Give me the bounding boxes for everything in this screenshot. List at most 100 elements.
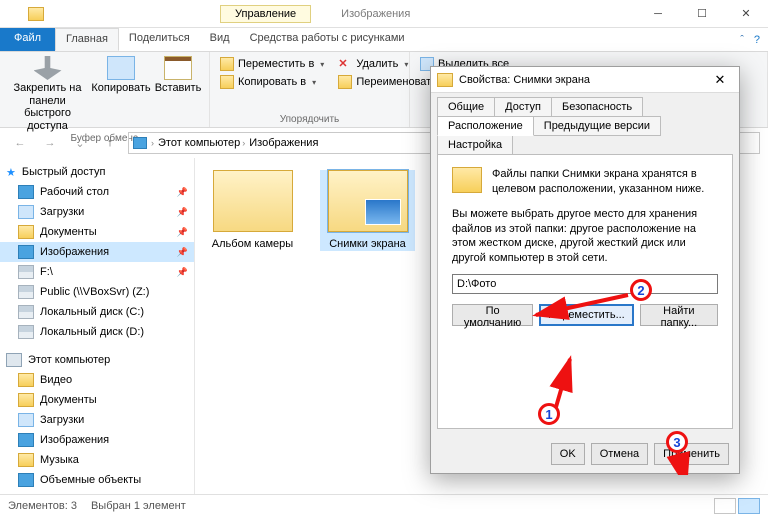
folder-icon bbox=[213, 170, 293, 232]
tab-sharing[interactable]: Доступ bbox=[494, 97, 552, 117]
dialog-body: Файлы папки Снимки экрана хранятся в цел… bbox=[437, 154, 733, 429]
move-button[interactable]: Переместить... bbox=[539, 304, 634, 326]
tab-picture-tools[interactable]: Средства работы с рисунками bbox=[240, 28, 415, 51]
nav-back-button[interactable]: ← bbox=[8, 131, 32, 155]
dialog-close-button[interactable]: ✕ bbox=[707, 72, 733, 88]
nav-documents2[interactable]: Документы bbox=[0, 390, 194, 410]
pictures-icon bbox=[18, 245, 34, 259]
tab-previous[interactable]: Предыдущие версии bbox=[533, 116, 661, 136]
drive-icon bbox=[18, 325, 34, 339]
delete-icon: ✕ bbox=[338, 57, 352, 71]
tab-home[interactable]: Главная bbox=[55, 28, 119, 51]
copy-button[interactable]: Копировать bbox=[93, 56, 149, 133]
dialog-footer: OK Отмена Применить bbox=[431, 435, 739, 473]
nav-up-button[interactable]: ↑ bbox=[98, 131, 122, 155]
documents-icon bbox=[18, 225, 34, 239]
nav-pictures2[interactable]: Изображения bbox=[0, 430, 194, 450]
location-path-input[interactable] bbox=[452, 274, 718, 294]
location-description-1: Файлы папки Снимки экрана хранятся в цел… bbox=[492, 167, 718, 197]
view-details-button[interactable] bbox=[714, 498, 736, 514]
location-description-2: Вы можете выбрать другое место для хране… bbox=[452, 207, 718, 266]
copyto-icon bbox=[220, 75, 234, 89]
help-icon[interactable]: ? bbox=[754, 34, 760, 46]
nav-recent-button[interactable]: ⌄ bbox=[68, 131, 92, 155]
drive-icon bbox=[18, 265, 34, 279]
folder-camera-roll[interactable]: Альбом камеры bbox=[205, 170, 300, 251]
folder-screenshots[interactable]: Снимки экрана bbox=[320, 170, 415, 251]
paste-button[interactable]: Вставить bbox=[155, 56, 201, 133]
minimize-button[interactable]: ─ bbox=[636, 0, 680, 28]
ribbon-tabstrip: Файл Главная Поделиться Вид Средства раб… bbox=[0, 28, 768, 52]
crumb-pictures[interactable]: Изображения bbox=[249, 137, 318, 149]
move-icon bbox=[220, 57, 234, 71]
status-count: Элементов: 3 bbox=[8, 500, 77, 512]
dialog-folder-icon bbox=[437, 73, 453, 87]
nav-downloads2[interactable]: Загрузки bbox=[0, 410, 194, 430]
close-button[interactable]: ✕ bbox=[724, 0, 768, 28]
tab-location[interactable]: Расположение bbox=[437, 116, 534, 136]
copy-label: Копировать bbox=[91, 82, 150, 95]
nav-drive-c[interactable]: Локальный диск (C:) bbox=[0, 302, 194, 322]
pc-icon bbox=[6, 353, 22, 367]
ok-button[interactable]: OK bbox=[551, 443, 585, 465]
nav-documents[interactable]: Документы📌 bbox=[0, 222, 194, 242]
copy-to-button[interactable]: Копировать в bbox=[218, 74, 326, 90]
dialog-title: Свойства: Снимки экрана bbox=[459, 74, 590, 86]
paste-label: Вставить bbox=[155, 82, 202, 95]
nav-forward-button[interactable]: → bbox=[38, 131, 62, 155]
nav-drive-d[interactable]: Локальный диск (D:) bbox=[0, 322, 194, 342]
dialog-tabs: Общие Доступ Безопасность Расположение П… bbox=[431, 93, 739, 154]
group-organize-title: Упорядочить bbox=[218, 114, 401, 125]
delete-label: Удалить bbox=[356, 58, 398, 70]
view-icons-button[interactable] bbox=[738, 498, 760, 514]
ribbon-collapse-icon[interactable]: ˆ bbox=[740, 34, 744, 46]
window-folder-icon bbox=[28, 7, 44, 21]
nav-qa-label: Быстрый доступ bbox=[22, 166, 106, 178]
pictures-icon bbox=[133, 137, 147, 149]
file-tab[interactable]: Файл bbox=[0, 28, 55, 51]
nav-videos[interactable]: Видео bbox=[0, 370, 194, 390]
properties-dialog: Свойства: Снимки экрана ✕ Общие Доступ Б… bbox=[430, 66, 740, 474]
find-target-button[interactable]: Найти папку... bbox=[640, 304, 718, 326]
copyto-label: Копировать в bbox=[238, 76, 306, 88]
nav-downloads[interactable]: Загрузки📌 bbox=[0, 202, 194, 222]
cancel-button[interactable]: Отмена bbox=[591, 443, 648, 465]
window-titlebar: Управление Изображения ─ ☐ ✕ bbox=[0, 0, 768, 28]
window-title: Изображения bbox=[341, 8, 410, 20]
body-folder-icon bbox=[452, 167, 482, 193]
restore-default-button[interactable]: По умолчанию bbox=[452, 304, 533, 326]
drive-icon bbox=[18, 305, 34, 319]
nav-drive-f[interactable]: F:\📌 bbox=[0, 262, 194, 282]
annotation-2: 2 bbox=[630, 279, 652, 301]
contextual-tab-label[interactable]: Управление bbox=[220, 5, 311, 23]
netdrive-icon bbox=[18, 285, 34, 299]
status-bar: Элементов: 3 Выбран 1 элемент bbox=[0, 494, 768, 516]
copy-icon bbox=[107, 56, 135, 80]
tab-general[interactable]: Общие bbox=[437, 97, 495, 117]
pin-icon bbox=[34, 56, 62, 80]
nav-music[interactable]: Музыка bbox=[0, 450, 194, 470]
status-selected: Выбран 1 элемент bbox=[91, 500, 186, 512]
desktop-icon bbox=[18, 185, 34, 199]
move-to-button[interactable]: Переместить в bbox=[218, 56, 326, 72]
annotation-1: 1 bbox=[538, 403, 560, 425]
apply-button[interactable]: Применить bbox=[654, 443, 729, 465]
tab-customize[interactable]: Настройка bbox=[437, 135, 513, 155]
nav-pictures[interactable]: Изображения📌 bbox=[0, 242, 194, 262]
nav-drive-z[interactable]: Public (\\VBoxSvr) (Z:) bbox=[0, 282, 194, 302]
tab-security[interactable]: Безопасность bbox=[551, 97, 643, 117]
annotation-3: 3 bbox=[666, 431, 688, 453]
star-icon: ★ bbox=[6, 166, 16, 179]
pin-label: Закрепить на панели быстрого доступа bbox=[8, 82, 87, 133]
pin-quickaccess-button[interactable]: Закрепить на панели быстрого доступа bbox=[8, 56, 87, 133]
maximize-button[interactable]: ☐ bbox=[680, 0, 724, 28]
nav-this-pc[interactable]: Этот компьютер bbox=[0, 350, 194, 370]
nav-3d[interactable]: Объемные объекты bbox=[0, 470, 194, 490]
dialog-titlebar[interactable]: Свойства: Снимки экрана ✕ bbox=[431, 67, 739, 93]
tab-share[interactable]: Поделиться bbox=[119, 28, 200, 51]
folder-icon bbox=[328, 170, 408, 232]
nav-desktop[interactable]: Рабочий стол📌 bbox=[0, 182, 194, 202]
tab-view[interactable]: Вид bbox=[200, 28, 240, 51]
nav-quick-access[interactable]: ★ Быстрый доступ bbox=[0, 162, 194, 182]
crumb-this-pc[interactable]: Этот компьютер › bbox=[158, 137, 245, 149]
